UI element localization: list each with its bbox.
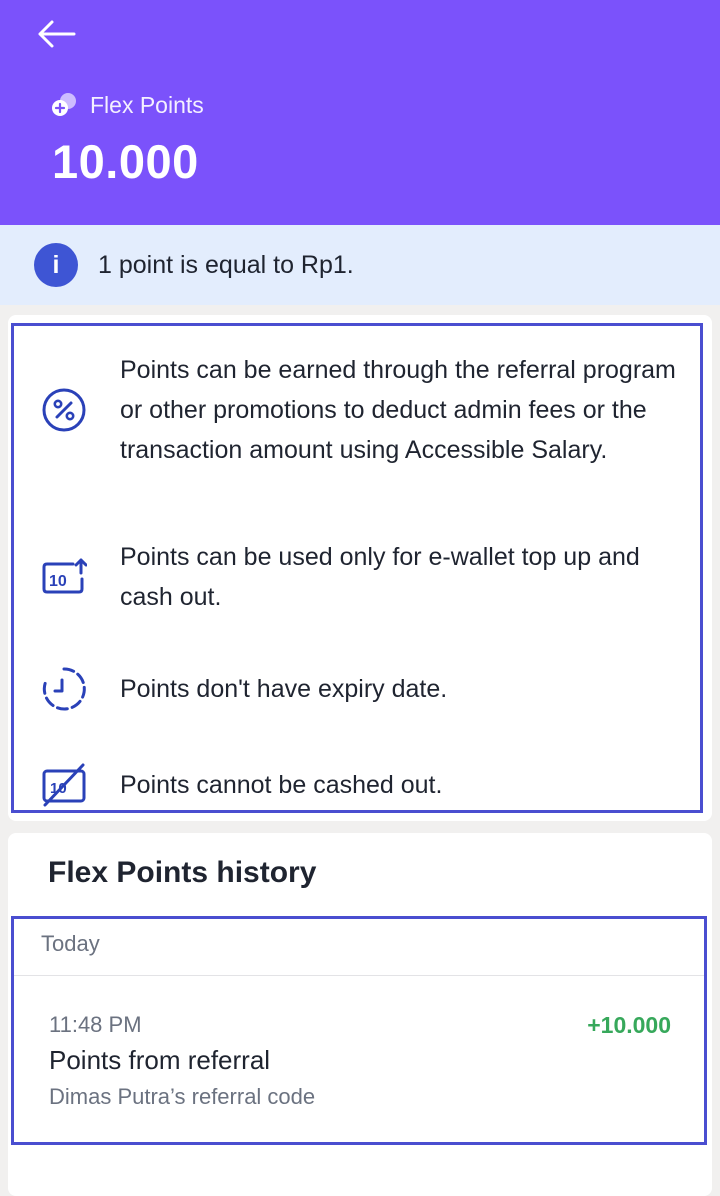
rule-item-cashout: 10 Points cannot be cashed out. <box>40 761 680 809</box>
rule-text: Points can be used only for e-wallet top… <box>120 543 640 611</box>
transaction-subtitle: Dimas Putra’s referral code <box>49 1084 316 1109</box>
svg-text:10: 10 <box>49 573 67 590</box>
info-text: 1 point is equal to Rp1. <box>98 250 354 279</box>
header: Flex Points 10.000 <box>0 0 720 225</box>
back-button[interactable] <box>30 14 82 54</box>
transaction-time: 11:48 PM <box>49 1012 142 1037</box>
flex-points-label: Flex Points <box>90 91 204 118</box>
cash-topup-icon: 10 <box>40 553 88 601</box>
percent-coin-icon <box>40 386 88 434</box>
svg-text:10: 10 <box>50 780 67 797</box>
history-day-label: Today <box>41 931 100 956</box>
clock-icon <box>40 665 88 713</box>
divider <box>14 975 704 976</box>
rule-item-earn: Points can be earned through the referra… <box>40 330 680 490</box>
rule-text: Points can be earned through the referra… <box>120 356 676 464</box>
rule-text: Points cannot be cashed out. <box>120 771 443 799</box>
history-title: Flex Points history <box>48 856 317 889</box>
rule-text: Points don't have expiry date. <box>120 675 448 703</box>
flex-points-label-row: Flex Points <box>50 90 204 120</box>
back-arrow-icon <box>38 20 76 48</box>
flex-points-coin-icon <box>52 93 76 116</box>
rule-item-expiry: Points don't have expiry date. <box>40 665 680 713</box>
info-icon: i <box>34 243 78 287</box>
rule-item-usage: 10 Points can be used only for e-wallet … <box>40 537 680 617</box>
info-banner: i 1 point is equal to Rp1. <box>0 225 720 305</box>
transaction-title: Points from referral <box>49 1045 271 1075</box>
flex-points-balance: 10.000 <box>52 135 199 188</box>
transaction-amount: +10.000 <box>587 1012 671 1038</box>
no-cash-icon: 10 <box>40 761 88 809</box>
